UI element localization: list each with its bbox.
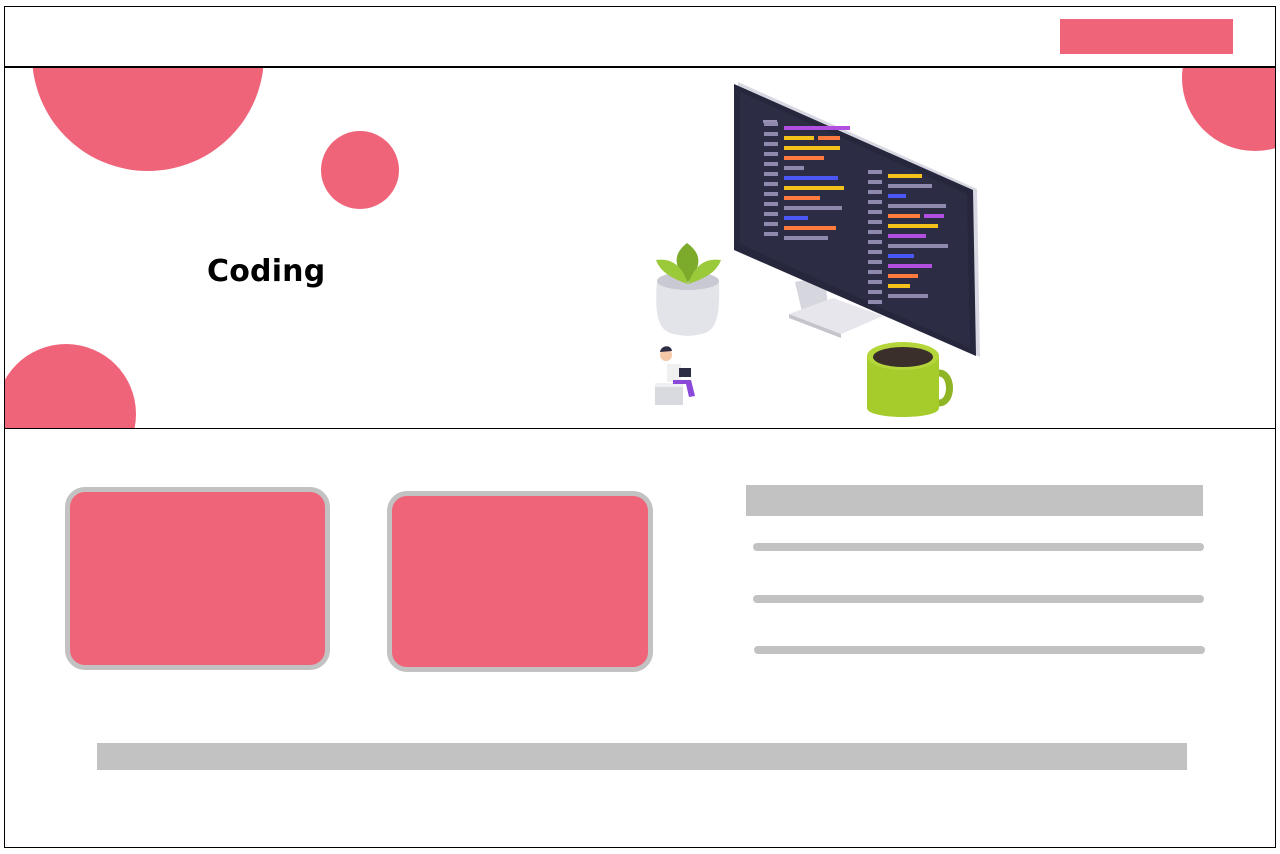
- text-line-placeholder: [754, 646, 1205, 654]
- heading-placeholder: [746, 485, 1203, 516]
- text-line-placeholder: [753, 595, 1204, 603]
- plant-icon: [656, 243, 721, 336]
- hero-section: Coding: [5, 68, 1275, 429]
- hero-title: Coding: [207, 254, 326, 289]
- nav-action-button[interactable]: [1060, 19, 1233, 54]
- page-frame: Coding: [4, 6, 1276, 848]
- developer-figure-icon: [655, 346, 695, 405]
- navbar: [5, 7, 1275, 68]
- coffee-mug-icon: [867, 342, 953, 417]
- feature-card-1[interactable]: [65, 487, 330, 670]
- footer-placeholder: [97, 743, 1187, 770]
- content-section: [5, 430, 1275, 847]
- code-screen-illustration: [655, 122, 953, 417]
- feature-card-2[interactable]: [387, 491, 653, 672]
- text-line-placeholder: [753, 543, 1204, 551]
